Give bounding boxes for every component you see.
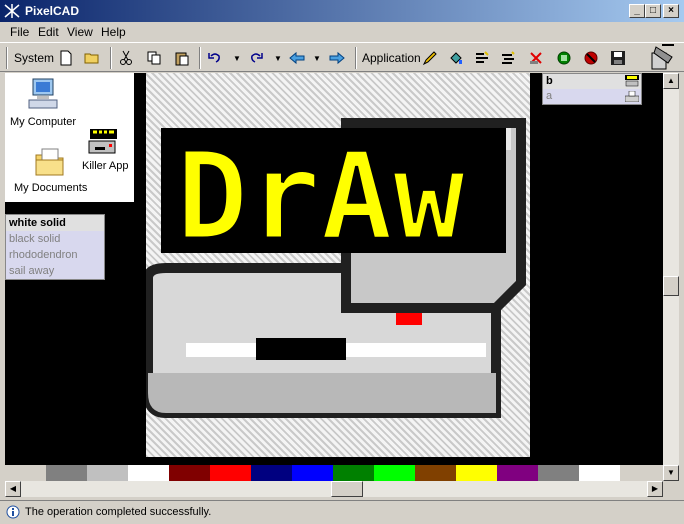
palette-color-swatch[interactable] (456, 465, 497, 481)
layer-panel-header-label: b (546, 75, 553, 87)
menu-edit[interactable]: Edit (38, 25, 59, 39)
layer-panel-item[interactable]: a (543, 89, 641, 104)
layer-panel-item-label: a (546, 90, 553, 102)
save-disk-icon[interactable] (610, 48, 626, 68)
info-icon (6, 505, 20, 519)
pencil-icon[interactable] (422, 48, 438, 68)
palette-color-swatch[interactable] (374, 465, 415, 481)
back-arrow-icon[interactable] (288, 48, 306, 68)
palette-color-swatch[interactable] (210, 465, 251, 481)
app-logo-icon (648, 43, 676, 71)
paste-icon[interactable] (174, 48, 190, 68)
menu-view[interactable]: View (67, 25, 93, 39)
draw-app-icon (625, 75, 639, 87)
redo-icon[interactable] (248, 48, 264, 68)
palette-color-swatch[interactable] (87, 465, 128, 481)
list-item[interactable]: rhododendron (6, 247, 104, 263)
list-item[interactable]: sail away (6, 263, 104, 279)
folder-icon (35, 148, 64, 176)
palette-color-swatch[interactable] (415, 465, 456, 481)
toolbar-separator (199, 47, 201, 69)
desktop-icons-panel: My Computer Killer App My Documents (5, 73, 134, 202)
forward-arrow-icon[interactable] (328, 48, 346, 68)
brush-list: white solid black solid rhododendron sai… (5, 214, 105, 280)
application-button[interactable]: Application (362, 48, 421, 68)
horizontal-scroll-thumb[interactable] (331, 481, 363, 497)
scroll-left-button[interactable]: ◀ (5, 481, 21, 497)
draw-title-text: DrAw (161, 127, 506, 269)
align-tool-icon[interactable] (500, 48, 516, 68)
horizontal-scrollbar[interactable]: ◀ ▶ (5, 481, 663, 497)
desktop-icon-label: My Computer (10, 116, 77, 128)
palette-color-swatch[interactable] (579, 465, 620, 481)
app-window: PixelCAD _ □ × File Edit View Help Syste… (0, 0, 684, 524)
list-item[interactable]: black solid (6, 231, 104, 247)
cut-icon[interactable] (118, 48, 134, 68)
undo-icon[interactable] (207, 48, 223, 68)
draw-app-artwork: DrAw (143, 118, 526, 418)
title-bar[interactable]: PixelCAD _ □ × (0, 0, 684, 22)
color-palette (46, 465, 620, 481)
vertical-scrollbar[interactable]: ▲ ▼ (663, 73, 679, 481)
desktop-icon-label: My Documents (14, 182, 88, 194)
svg-text:DrAw: DrAw (176, 128, 466, 267)
layer-panel-header[interactable]: b (543, 74, 641, 89)
layer-panel: b a (542, 73, 642, 105)
open-folder-icon[interactable] (84, 48, 100, 68)
pixelcad-app-icon (4, 4, 20, 18)
palette-color-swatch[interactable] (46, 465, 87, 481)
erase-icon[interactable] (528, 48, 544, 68)
status-bar: The operation completed successfully. (0, 500, 684, 524)
vertical-scroll-thumb[interactable] (663, 276, 679, 296)
maximize-button[interactable]: □ (645, 4, 661, 18)
computer-icon (28, 78, 58, 109)
toolbar-separator (355, 47, 357, 69)
toolbar-grip (6, 47, 8, 69)
line-tool-icon[interactable] (474, 48, 490, 68)
scroll-right-button[interactable]: ▶ (647, 481, 663, 497)
system-button[interactable]: System (14, 48, 54, 68)
drawing-canvas[interactable]: DrAw (143, 73, 530, 457)
palette-color-swatch[interactable] (169, 465, 210, 481)
minimize-button[interactable]: _ (629, 4, 645, 18)
draw-app-icon (88, 129, 117, 154)
palette-color-swatch[interactable] (333, 465, 374, 481)
palette-color-swatch[interactable] (128, 465, 169, 481)
desktop-icon-label: Killer App (82, 160, 129, 172)
menu-bar: File Edit View Help (0, 22, 684, 42)
list-item-selected[interactable]: white solid (6, 215, 104, 231)
back-dropdown-icon[interactable]: ▼ (312, 48, 322, 68)
undo-dropdown-icon[interactable]: ▼ (232, 48, 242, 68)
palette-color-swatch[interactable] (497, 465, 538, 481)
copy-icon[interactable] (146, 48, 162, 68)
toolbar-separator (110, 47, 112, 69)
status-message: The operation completed successfully. (25, 506, 212, 518)
menu-file[interactable]: File (10, 25, 29, 39)
redo-dropdown-icon[interactable]: ▼ (273, 48, 283, 68)
close-button[interactable]: × (663, 4, 679, 18)
palette-color-swatch[interactable] (251, 465, 292, 481)
scroll-up-button[interactable]: ▲ (663, 73, 679, 89)
scroll-down-button[interactable]: ▼ (663, 465, 679, 481)
palette-color-swatch[interactable] (538, 465, 579, 481)
toolbar: System ▼ ▼ ▼ Application (0, 42, 684, 72)
palette-color-swatch[interactable] (292, 465, 333, 481)
window-title: PixelCAD (25, 4, 80, 18)
new-file-icon[interactable] (58, 48, 74, 68)
green-badge-icon[interactable] (556, 48, 572, 68)
red-badge-icon[interactable] (583, 48, 599, 68)
menu-help[interactable]: Help (101, 25, 126, 39)
printer-icon (625, 91, 639, 102)
paint-bucket-icon[interactable] (448, 48, 464, 68)
